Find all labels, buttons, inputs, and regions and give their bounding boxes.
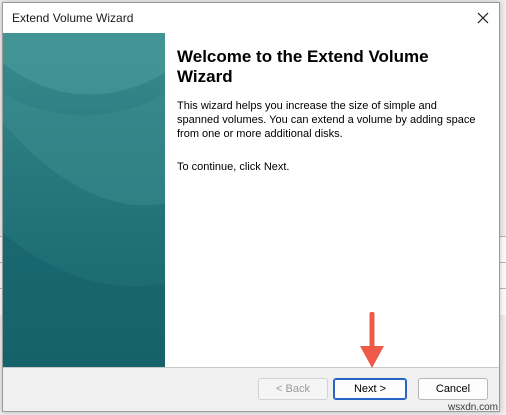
continue-instruction: To continue, click Next.	[177, 161, 290, 173]
watermark: wsxdn.com	[447, 402, 498, 413]
next-button[interactable]: Next >	[333, 378, 407, 400]
button-separator	[3, 367, 499, 368]
back-button[interactable]: < Back	[258, 378, 328, 400]
wizard-content: Welcome to the Extend Volume Wizard This…	[3, 33, 499, 367]
red-arrow-icon	[360, 312, 384, 368]
cancel-button[interactable]: Cancel	[418, 378, 488, 400]
close-icon	[477, 12, 489, 24]
close-button[interactable]	[467, 3, 499, 33]
wizard-side-graphic	[3, 33, 165, 367]
wizard-heading: Welcome to the Extend Volume Wizard	[177, 47, 429, 86]
title-bar: Extend Volume Wizard	[3, 3, 499, 33]
wizard-dialog: Extend Volume Wizard Welcome to the Exte…	[2, 2, 500, 412]
window-title: Extend Volume Wizard	[12, 11, 134, 25]
wizard-description: This wizard helps you increase the size …	[177, 100, 476, 140]
